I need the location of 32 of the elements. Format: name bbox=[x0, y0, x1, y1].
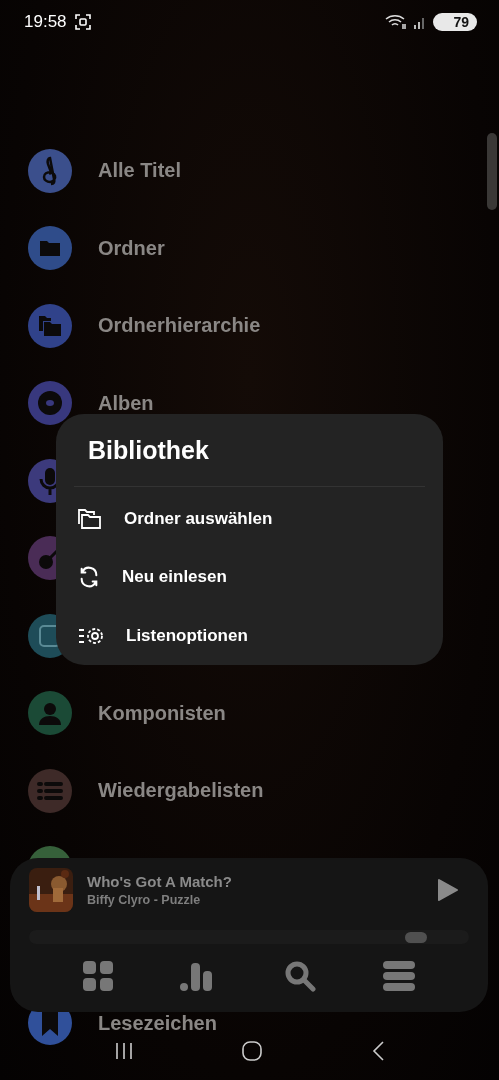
menu-icon[interactable] bbox=[383, 961, 416, 991]
refresh-icon bbox=[78, 566, 100, 589]
progress-thumb[interactable] bbox=[405, 932, 428, 943]
popup-title: Bibliothek bbox=[87, 435, 210, 464]
category-label[interactable]: Komponisten bbox=[98, 701, 226, 725]
folder-icon bbox=[39, 239, 61, 258]
track-title: Who's Got A Match? bbox=[87, 873, 233, 890]
category-label[interactable]: Wiedergabelisten bbox=[98, 779, 264, 803]
menu-item[interactable]: Neu einlesen bbox=[122, 567, 227, 588]
status-time: 19:58 bbox=[24, 12, 67, 32]
search-icon[interactable] bbox=[283, 960, 316, 992]
category-label[interactable]: Lesezeichen bbox=[98, 1011, 217, 1035]
menu-item[interactable]: Ordner auswählen bbox=[124, 508, 273, 529]
list-icon bbox=[37, 779, 63, 802]
category-label[interactable]: Ordnerhierarchie bbox=[98, 314, 261, 338]
home-button[interactable] bbox=[241, 1040, 264, 1062]
category-label[interactable]: Alle Titel bbox=[98, 159, 181, 183]
category-label[interactable]: Ordner bbox=[98, 236, 165, 260]
category-label[interactable]: Alben bbox=[98, 391, 154, 415]
progress-track[interactable] bbox=[29, 930, 469, 944]
recents-button[interactable] bbox=[113, 1042, 134, 1060]
play-button[interactable] bbox=[437, 878, 459, 902]
wifi-icon bbox=[385, 14, 408, 30]
grid-icon[interactable] bbox=[82, 961, 113, 991]
track-artist-album: Biffy Clyro - Puzzle bbox=[87, 893, 202, 907]
screenshot-icon bbox=[74, 14, 91, 30]
folders-icon bbox=[78, 508, 102, 529]
menu-item[interactable]: Listenoptionen bbox=[126, 625, 248, 646]
folders-icon bbox=[38, 314, 62, 337]
list-settings-icon bbox=[78, 625, 104, 646]
back-button[interactable] bbox=[371, 1040, 386, 1062]
battery-indicator: 79 bbox=[433, 13, 477, 31]
